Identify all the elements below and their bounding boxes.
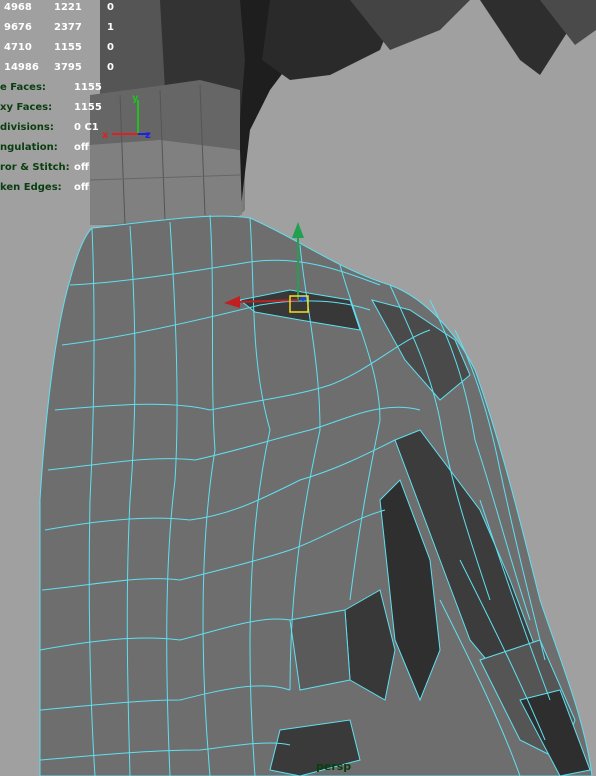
axis-y-label: y bbox=[132, 93, 139, 104]
neck-mesh bbox=[89, 0, 596, 226]
axis-x-label: x bbox=[102, 130, 109, 141]
torso-mesh bbox=[39, 215, 593, 776]
perspective-viewport[interactable]: y x z 4968 1221 0 9676 2377 1 4710 1155 … bbox=[0, 0, 596, 776]
model-scene[interactable]: y x z bbox=[0, 0, 596, 776]
axis-z-label: z bbox=[145, 130, 151, 141]
camera-name-label: persp bbox=[316, 760, 352, 773]
